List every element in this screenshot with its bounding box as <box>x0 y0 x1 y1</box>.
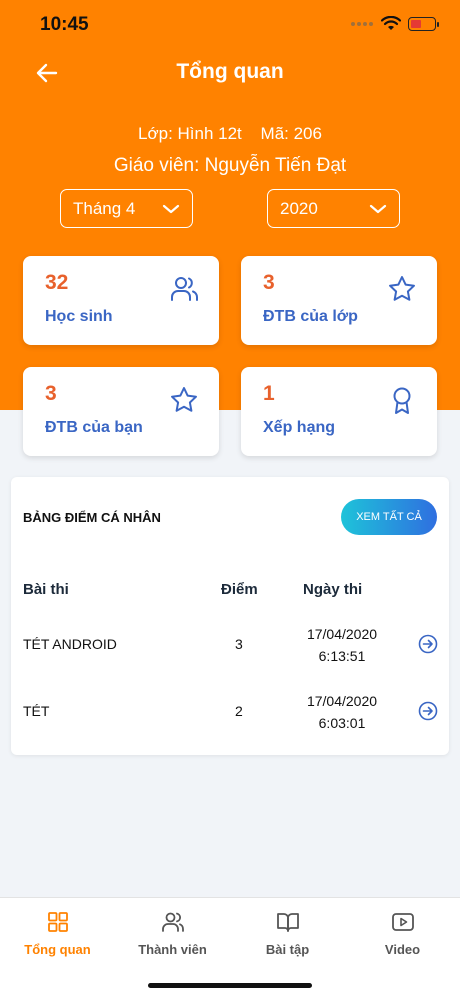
star-icon <box>171 387 197 412</box>
tab-label: Tổng quan <box>24 942 91 957</box>
battery-icon <box>408 17 439 31</box>
exam-time: 6:13:51 <box>318 648 366 664</box>
battery-level <box>411 20 421 28</box>
bottom-tab-bar: Tổng quan Thành viên Bài tập Video <box>0 897 460 996</box>
exam-date: 17/04/2020 <box>306 626 378 642</box>
home-indicator <box>148 983 312 988</box>
scoreboard-title: BẢNG ĐIỂM CÁ NHÂN <box>23 510 161 525</box>
stat-value: 3 <box>263 271 275 294</box>
stat-value: 3 <box>45 382 57 405</box>
stat-card-ranking[interactable]: 1 Xếp hạng <box>241 367 437 456</box>
tab-video[interactable]: Video <box>345 906 460 966</box>
tab-overview[interactable]: Tổng quan <box>0 906 115 966</box>
arrow-right-circle-icon[interactable] <box>418 634 438 654</box>
stat-card-class-average[interactable]: 3 ĐTB của lớp <box>241 256 437 345</box>
table-row[interactable]: TÉT ANDROID 3 17/04/2020 6:13:51 <box>11 614 449 676</box>
status-time: 10:45 <box>40 14 89 35</box>
wifi-icon <box>381 16 401 30</box>
personal-scoreboard: BẢNG ĐIỂM CÁ NHÂN XEM TẤT CẢ Bài thi Điể… <box>11 477 449 755</box>
class-info: Lớp: Hình 12t Mã: 206 <box>0 124 460 144</box>
tab-label: Video <box>384 942 421 957</box>
stat-value: 32 <box>45 271 69 294</box>
see-all-button[interactable]: XEM TẤT CẢ <box>341 499 437 535</box>
nav-bar: Tổng quan <box>0 52 460 94</box>
status-icons <box>350 16 439 32</box>
grid-icon <box>47 912 68 932</box>
tab-label: Thành viên <box>138 942 207 957</box>
book-icon <box>276 913 299 932</box>
column-header-date: Ngày thi <box>303 581 363 598</box>
stat-label: Học sinh <box>45 308 113 325</box>
table-row[interactable]: TÉT 2 17/04/2020 6:03:01 <box>11 681 449 743</box>
stat-label: ĐTB của lớp <box>263 308 358 325</box>
video-icon <box>391 913 414 931</box>
class-code: Mã: 206 <box>260 124 322 143</box>
year-select-value: 2020 <box>280 198 318 218</box>
award-icon <box>393 387 411 414</box>
stat-value: 1 <box>263 382 275 405</box>
column-header-exam: Bài thi <box>23 581 69 598</box>
page-title: Tổng quan <box>176 60 284 83</box>
exam-score: 3 <box>235 636 243 652</box>
chevron-down-icon <box>162 204 180 213</box>
tab-members[interactable]: Thành viên <box>115 906 230 966</box>
year-select[interactable]: 2020 <box>267 189 400 228</box>
status-bar: 10:45 <box>0 0 460 50</box>
stat-card-your-average[interactable]: 3 ĐTB của bạn <box>23 367 219 456</box>
tab-exercises[interactable]: Bài tập <box>230 906 345 966</box>
month-select[interactable]: Tháng 4 <box>60 189 193 228</box>
stat-label: Xếp hạng <box>263 419 336 436</box>
stat-label: ĐTB của bạn <box>45 419 143 436</box>
class-name: Lớp: Hình 12t <box>138 124 242 143</box>
users-icon <box>161 912 184 932</box>
teacher-name: Giáo viên: Nguyễn Tiến Đạt <box>113 155 347 176</box>
exam-datetime: 17/04/2020 6:13:51 <box>282 623 402 667</box>
column-header-score: Điểm <box>221 581 258 598</box>
exam-date: 17/04/2020 <box>306 693 378 709</box>
stat-card-students[interactable]: 32 Học sinh <box>23 256 219 345</box>
chevron-down-icon <box>369 204 387 213</box>
signal-icon <box>351 22 373 26</box>
exam-score: 2 <box>235 703 243 719</box>
month-select-value: Tháng 4 <box>73 198 136 218</box>
star-icon <box>389 276 415 301</box>
exam-datetime: 17/04/2020 6:03:01 <box>282 690 402 734</box>
tab-label: Bài tập <box>265 942 310 957</box>
users-icon <box>171 277 198 301</box>
exam-time: 6:03:01 <box>318 715 366 731</box>
exam-name: TÉT ANDROID <box>23 636 117 652</box>
exam-name: TÉT <box>23 703 50 719</box>
arrow-right-circle-icon[interactable] <box>418 701 438 721</box>
